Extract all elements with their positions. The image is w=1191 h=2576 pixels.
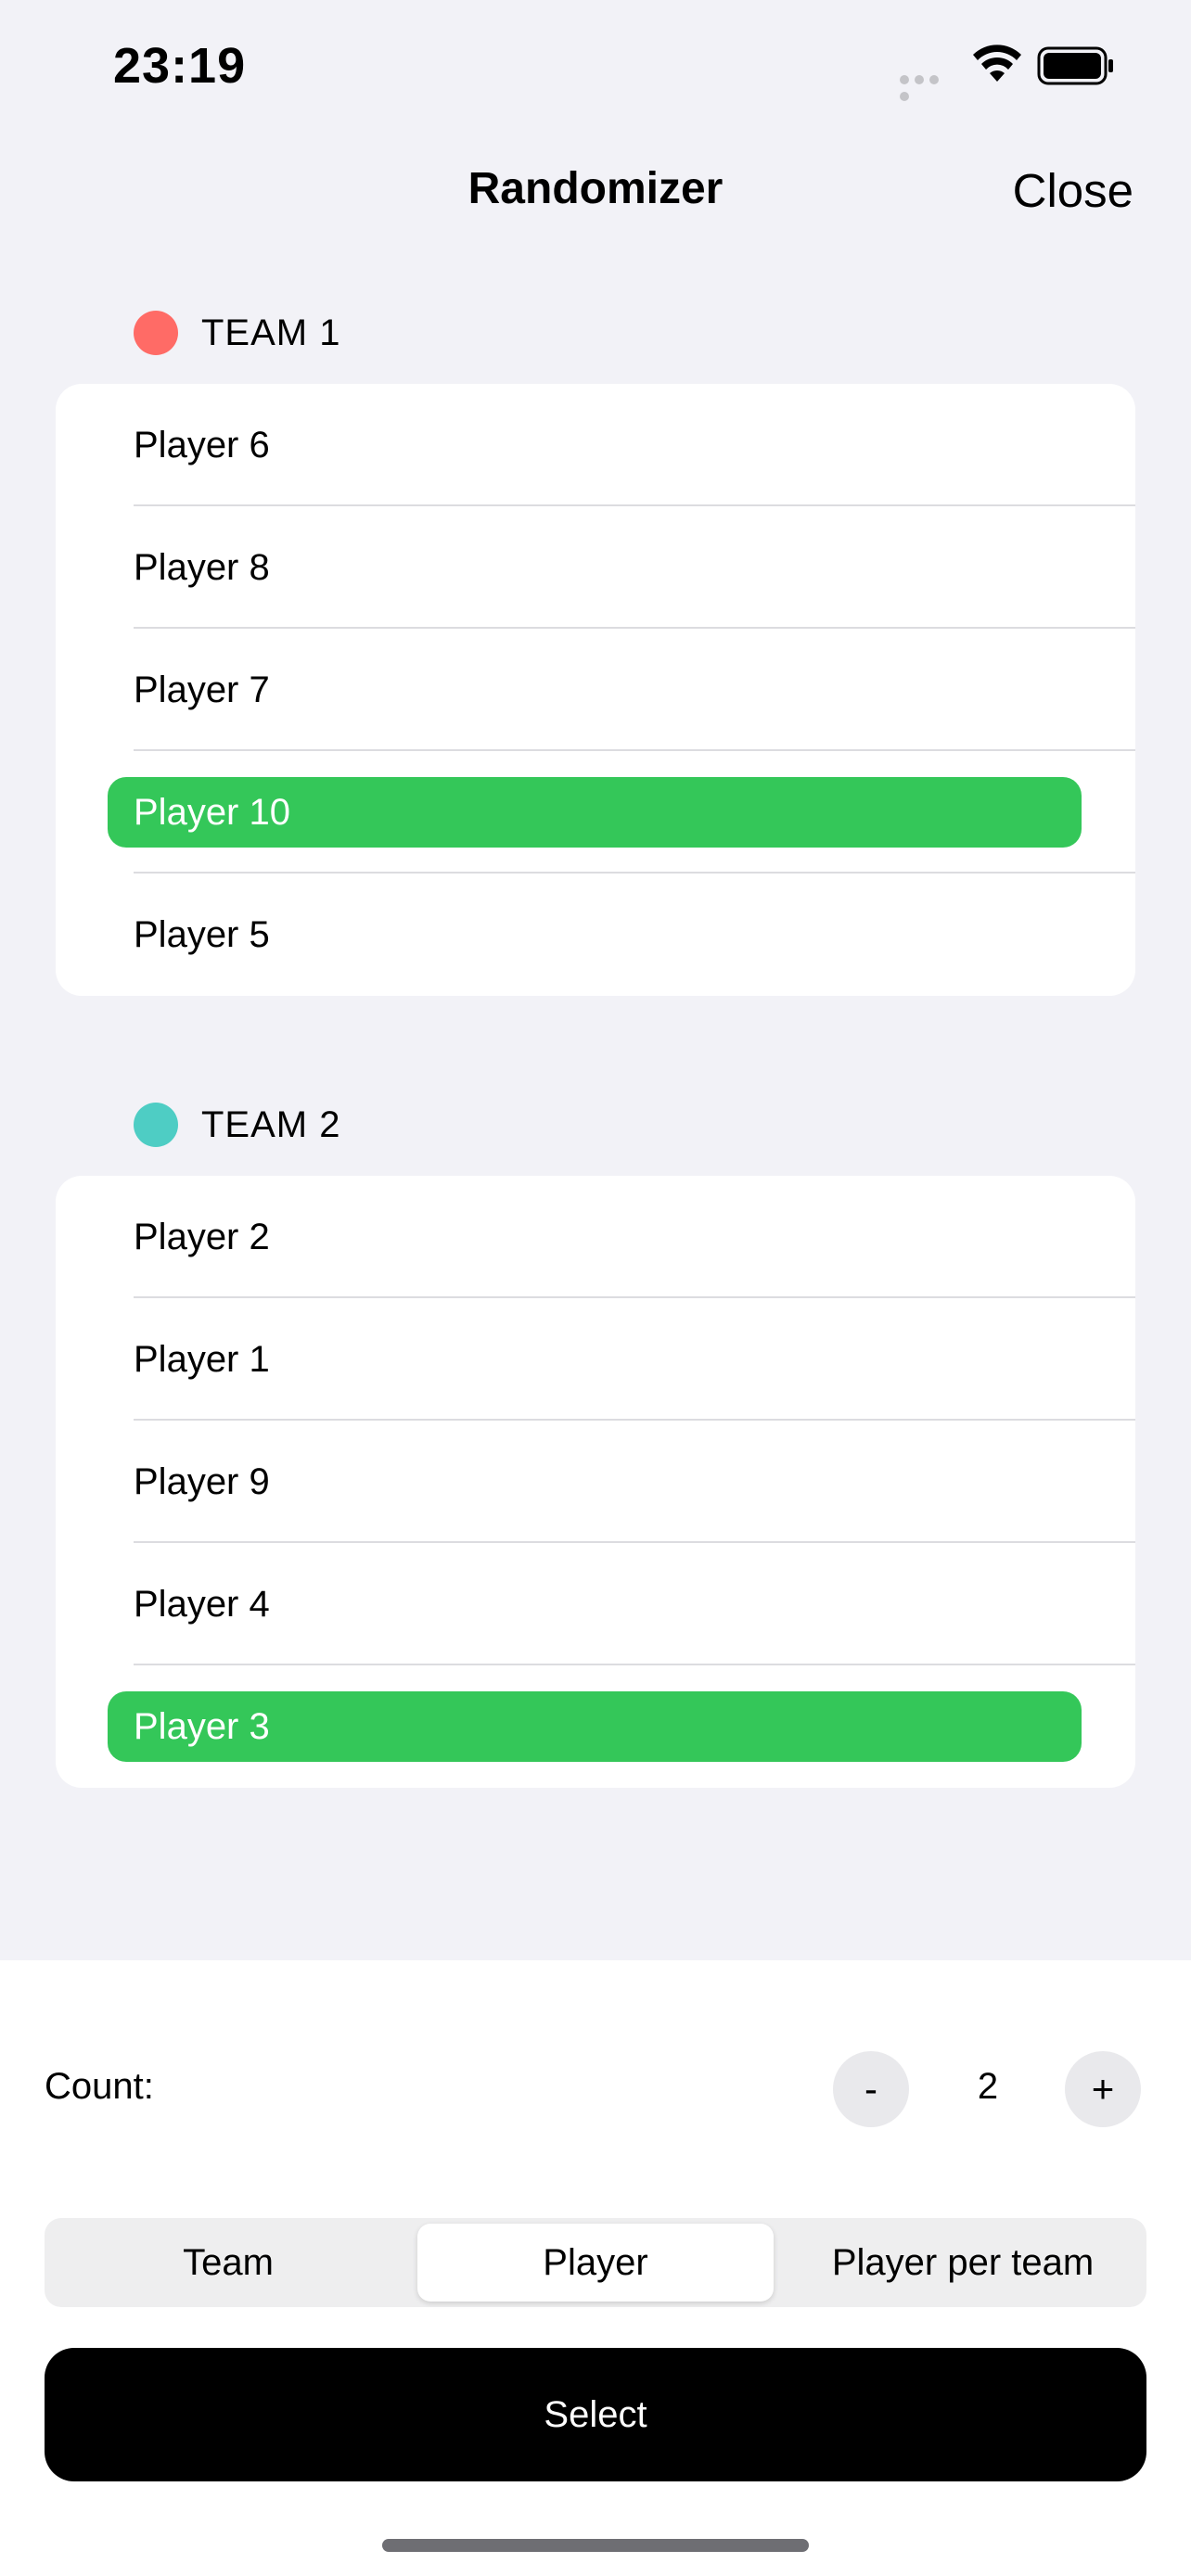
player-row[interactable]: Player 4	[56, 1543, 1135, 1665]
cellular-signal-icon	[900, 72, 957, 101]
team-header-2: TEAM 2	[134, 1102, 340, 1148]
decrement-button[interactable]: -	[833, 2051, 909, 2127]
player-row[interactable]: Player 7	[56, 629, 1135, 751]
player-name: Player 2	[134, 1217, 270, 1257]
player-row[interactable]: Player 1	[56, 1298, 1135, 1421]
team-color-dot	[134, 1103, 178, 1147]
status-bar: 23:19	[0, 0, 1191, 139]
player-name: Player 8	[134, 547, 270, 588]
close-button[interactable]: Close	[1013, 163, 1133, 218]
player-name: Player 5	[134, 914, 270, 955]
count-value: 2	[977, 2066, 999, 2107]
player-row[interactable]: Player 6	[56, 384, 1135, 506]
player-row[interactable]: Player 3	[56, 1665, 1135, 1788]
select-button[interactable]: Select	[45, 2348, 1146, 2481]
team-1-player-list: Player 6 Player 8 Player 7 Player 10 Pla…	[56, 384, 1135, 996]
player-name: Player 10	[134, 792, 290, 833]
increment-button[interactable]: +	[1065, 2051, 1141, 2127]
team-name: TEAM 2	[201, 1103, 341, 1145]
status-time: 23:19	[113, 38, 247, 94]
player-name: Player 6	[134, 425, 270, 465]
segment-team[interactable]: Team	[50, 2224, 406, 2302]
player-name: Player 9	[134, 1461, 270, 1502]
player-row[interactable]: Player 8	[56, 506, 1135, 629]
home-indicator	[382, 2539, 809, 2552]
wifi-icon	[973, 45, 1021, 82]
player-name: Player 3	[134, 1706, 270, 1747]
team-color-dot	[134, 311, 178, 355]
team-header-1: TEAM 1	[134, 310, 340, 356]
player-name: Player 4	[134, 1584, 270, 1625]
player-row[interactable]: Player 5	[56, 874, 1135, 996]
player-row[interactable]: Player 2	[56, 1176, 1135, 1298]
player-name: Player 1	[134, 1339, 270, 1380]
segment-player[interactable]: Player	[417, 2224, 774, 2302]
battery-icon	[1037, 46, 1113, 85]
team-name: TEAM 1	[201, 312, 341, 353]
mode-segmented-control: Team Player Player per team	[45, 2218, 1146, 2307]
player-row[interactable]: Player 10	[56, 751, 1135, 874]
player-name: Player 7	[134, 670, 270, 710]
segment-player-per-team[interactable]: Player per team	[785, 2224, 1141, 2302]
player-row[interactable]: Player 9	[56, 1421, 1135, 1543]
team-2-player-list: Player 2 Player 1 Player 9 Player 4 Play…	[56, 1176, 1135, 1788]
count-label: Count:	[45, 2066, 154, 2107]
